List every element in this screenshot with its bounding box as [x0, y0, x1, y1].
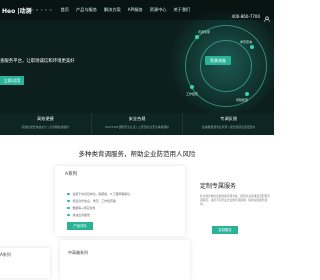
- section-title: 多种类背调服务，帮助企业防范用人风险: [78, 150, 196, 158]
- top-nav: Heo |动测 H R C E O 首页 产品与服务 解决方案 API服务 资源…: [0, 0, 274, 22]
- orbit-node: [190, 85, 194, 89]
- feature-efficient: 高效便捷 标准化报告快速交付 | 全流程在线操作: [0, 113, 92, 135]
- feature-desc: ISO27001国际安全认证 | 公安部信息安全等级保护: [105, 125, 169, 129]
- bullet-dot-icon: [67, 213, 70, 217]
- bullet-dot-icon: [67, 192, 70, 196]
- list-item: 适用于中基层岗位，职能类，IT工程师等职位: [67, 192, 130, 196]
- hero-banner: Heo |动测 H R C E O 首页 产品与服务 解决方案 API服务 资源…: [0, 0, 274, 114]
- bullet-dot-icon: [67, 199, 70, 203]
- nav-right: 400-860-7700: [232, 7, 270, 26]
- user-icon[interactable]: [264, 7, 270, 26]
- try-now-button[interactable]: 立即试用: [0, 76, 24, 85]
- service-card-standard: A系列 适用于中基层岗位，职能类，IT工程师等职位 核查身份信息，学历，工作经历…: [55, 166, 185, 236]
- feature-title: 安全合规: [128, 116, 146, 121]
- card-label-premium: 中高端系列: [68, 250, 88, 255]
- feature-title: 高效便捷: [36, 116, 54, 121]
- nav-item-solutions[interactable]: 解决方案: [104, 7, 121, 13]
- custom-service-desc: 针对特定岗位定制专属背调方案，按照企业需求灵活配置背调项目，满足不同行业企业的背…: [200, 194, 270, 206]
- node-label: 风险核查: [236, 98, 249, 102]
- nav-item-products[interactable]: 产品与服务: [76, 7, 97, 13]
- custom-service-title: 定制专属服务: [200, 183, 237, 190]
- feature-strip: 高效便捷 标准化报告快速交付 | 全流程在线操作 安全合规 ISO27001国际…: [0, 113, 274, 135]
- bullet-dot-icon: [67, 206, 70, 210]
- logo-subtext: H R C E O: [31, 8, 53, 12]
- orbit-node: [250, 45, 254, 49]
- feature-feedback: 专调反馈 权威数据源专业背调 | 报告逐项反馈更及时: [183, 113, 274, 135]
- feature-desc: 权威数据源专业背调 | 报告逐项反馈更及时: [202, 125, 256, 129]
- card-label-a: A系列: [0, 252, 11, 257]
- phone-number: 400-860-7700: [231, 14, 260, 19]
- product-detail-button[interactable]: 产品详情: [67, 222, 93, 230]
- feature-secure: 安全合规 ISO27001国际安全认证 | 公安部信息安全等级保护: [92, 113, 184, 135]
- hero-headline: 查服务平台，让职场诚信和环境更美好: [0, 59, 75, 64]
- orbit-node: [195, 35, 199, 39]
- node-label: 学历查询: [240, 40, 253, 44]
- logo-text: Heo |动测: [2, 7, 32, 15]
- node-label: 工作经历: [186, 92, 199, 96]
- nav-item-resources[interactable]: 资源中心: [150, 7, 167, 13]
- service-card-premium: [60, 240, 190, 280]
- logo[interactable]: Heo |动测 H R C E O: [2, 6, 53, 15]
- list-item: 快速出具报告: [67, 213, 90, 217]
- orbit-node: [245, 92, 249, 96]
- feature-desc: 标准化报告快速交付 | 全流程在线操作: [21, 125, 70, 129]
- feature-title: 专调反馈: [220, 116, 238, 121]
- custom-service-button[interactable]: 定制服务: [212, 226, 238, 234]
- list-item: 数据库+核实查询: [67, 206, 95, 210]
- nav-item-home[interactable]: 首页: [61, 7, 69, 13]
- nav-menu: 首页 产品与服务 解决方案 API服务 资源中心 关于我们: [61, 7, 198, 13]
- node-label: 背调专家: [198, 30, 211, 34]
- card-title: A系列: [65, 172, 78, 177]
- nav-item-api[interactable]: API服务: [128, 7, 143, 13]
- core-badge: 背景调查: [205, 56, 231, 65]
- nav-item-about[interactable]: 关于我们: [173, 7, 190, 13]
- orbit-ring-inner: [200, 40, 252, 92]
- list-item: 核查身份信息，学历，工作经历等: [67, 199, 116, 203]
